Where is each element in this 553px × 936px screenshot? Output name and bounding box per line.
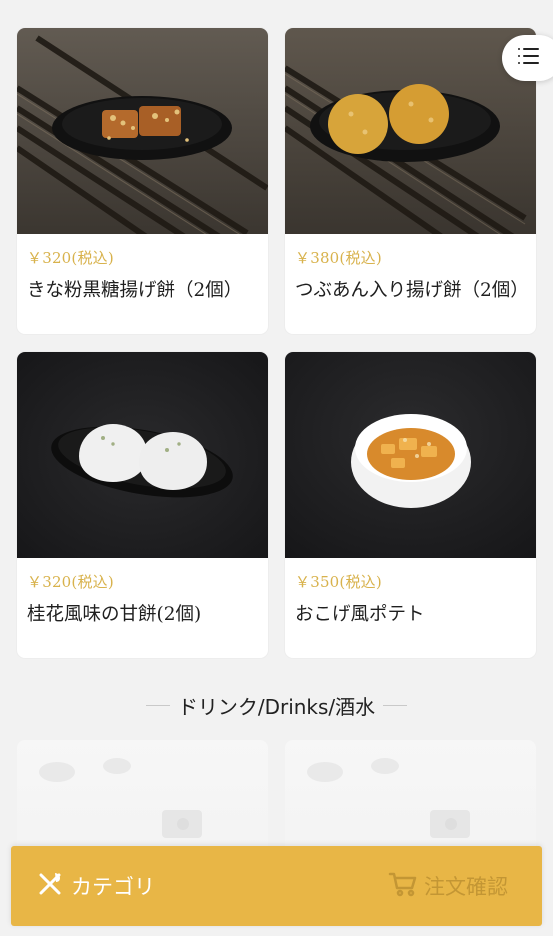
item-photo <box>285 352 536 558</box>
drink-placeholder-card[interactable] <box>17 740 268 860</box>
menu-grid: ￥320(税込) きな粉黒糖揚げ餅（2個） ￥380(税込) つぶあん入り揚げ餅… <box>17 28 536 658</box>
section-title: ドリンク/Drinks/酒水 <box>177 694 376 719</box>
fork-knife-icon <box>35 869 65 904</box>
menu-page: ￥320(税込) きな粉黒糖揚げ餅（2個） ￥380(税込) つぶあん入り揚げ餅… <box>0 0 553 936</box>
cart-icon <box>388 870 418 903</box>
menu-item-card[interactable]: ￥380(税込) つぶあん入り揚げ餅（2個） <box>285 28 536 334</box>
menu-item-card[interactable]: ￥350(税込) おこげ風ポテト <box>285 352 536 658</box>
divider <box>383 704 408 706</box>
item-price: ￥380(税込) <box>295 249 382 267</box>
item-name: つぶあん入り揚げ餅（2個） <box>295 280 529 301</box>
item-photo <box>17 28 268 234</box>
item-name: おこげ風ポテト <box>295 604 425 625</box>
category-label: カテゴリ <box>71 875 155 899</box>
drink-placeholder-card[interactable] <box>285 740 536 860</box>
item-price: ￥350(税込) <box>295 573 382 591</box>
item-price: ￥320(税込) <box>27 573 114 591</box>
item-photo <box>17 352 268 558</box>
menu-toggle-button[interactable] <box>502 35 553 81</box>
menu-item-card[interactable]: ￥320(税込) きな粉黒糖揚げ餅（2個） <box>17 28 268 334</box>
item-name: きな粉黒糖揚げ餅（2個） <box>27 280 243 301</box>
item-name: 桂花風味の甘餅(2個) <box>27 604 202 625</box>
drinks-row <box>17 740 536 860</box>
order-confirm-label: 注文確認 <box>424 875 508 899</box>
bottom-action-bar: カテゴリ 注文確認 <box>11 846 542 926</box>
section-heading: ドリンク/Drinks/酒水 <box>0 688 553 722</box>
list-menu-icon <box>516 45 540 71</box>
item-price: ￥320(税込) <box>27 249 114 267</box>
menu-item-card[interactable]: ￥320(税込) 桂花風味の甘餅(2個) <box>17 352 268 658</box>
order-confirm-button[interactable]: 注文確認 <box>388 866 508 906</box>
category-button[interactable]: カテゴリ <box>35 866 155 906</box>
item-photo <box>285 28 536 234</box>
divider <box>145 704 170 706</box>
